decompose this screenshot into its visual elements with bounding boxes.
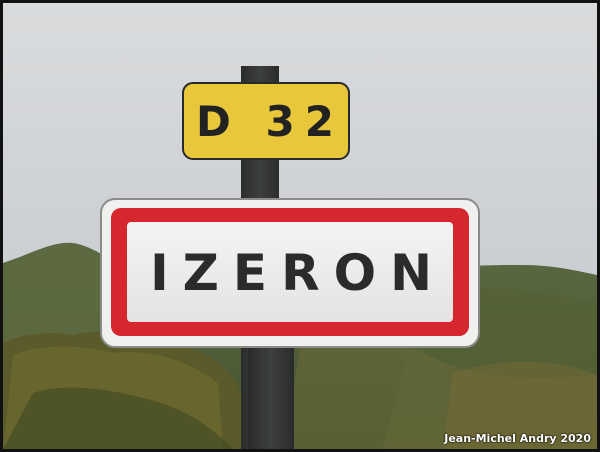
photo-scene: D 32 IZERON Jean-Michel Andry 2020 xyxy=(3,3,597,449)
photo-credit: Jean-Michel Andry 2020 xyxy=(444,432,591,445)
route-sign-text: D 32 xyxy=(196,96,344,146)
photo-frame: D 32 IZERON Jean-Michel Andry 2020 xyxy=(0,0,600,452)
place-name-text: IZERON xyxy=(150,244,446,302)
sign-post-lower xyxy=(248,343,294,449)
